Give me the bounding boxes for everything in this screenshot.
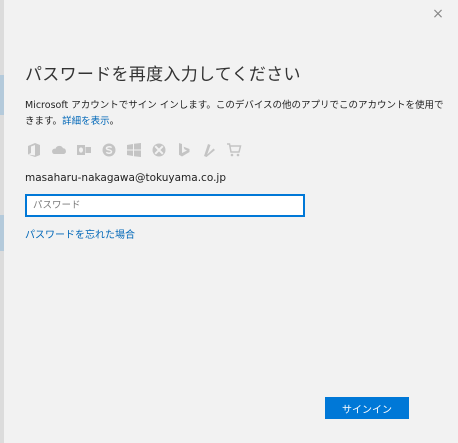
signin-button[interactable]: サインイン <box>325 397 409 419</box>
windows-icon <box>125 141 143 159</box>
details-link[interactable]: 詳細を表示 <box>62 116 110 127</box>
account-email: masaharu-nakagawa@tokuyama.co.jp <box>25 172 226 184</box>
service-icons <box>25 141 250 159</box>
msn-icon <box>200 141 218 159</box>
close-icon: × <box>432 6 444 22</box>
edge-highlight <box>0 215 4 251</box>
onedrive-icon <box>50 141 68 159</box>
forgot-password-link[interactable]: パスワードを忘れた場合 <box>25 226 135 241</box>
page-title: パスワードを再度入力してください <box>25 65 301 85</box>
window-left-edge <box>0 0 4 443</box>
xbox-icon <box>150 141 168 159</box>
title-bar: × <box>0 0 458 30</box>
edge-highlight <box>0 75 4 115</box>
signin-dialog: × パスワードを再度入力してください Microsoft アカウントでサイン イ… <box>0 0 458 443</box>
store-icon <box>225 141 243 159</box>
bing-icon <box>175 141 193 159</box>
description-text: Microsoft アカウントでサイン インします。このデバイスの他のアプリでこ… <box>25 98 445 130</box>
password-input[interactable] <box>25 194 305 217</box>
skype-icon <box>100 141 118 159</box>
office-icon <box>25 141 43 159</box>
outlook-icon <box>75 141 93 159</box>
close-button[interactable]: × <box>424 2 452 26</box>
description-suffix: 。 <box>109 116 120 127</box>
